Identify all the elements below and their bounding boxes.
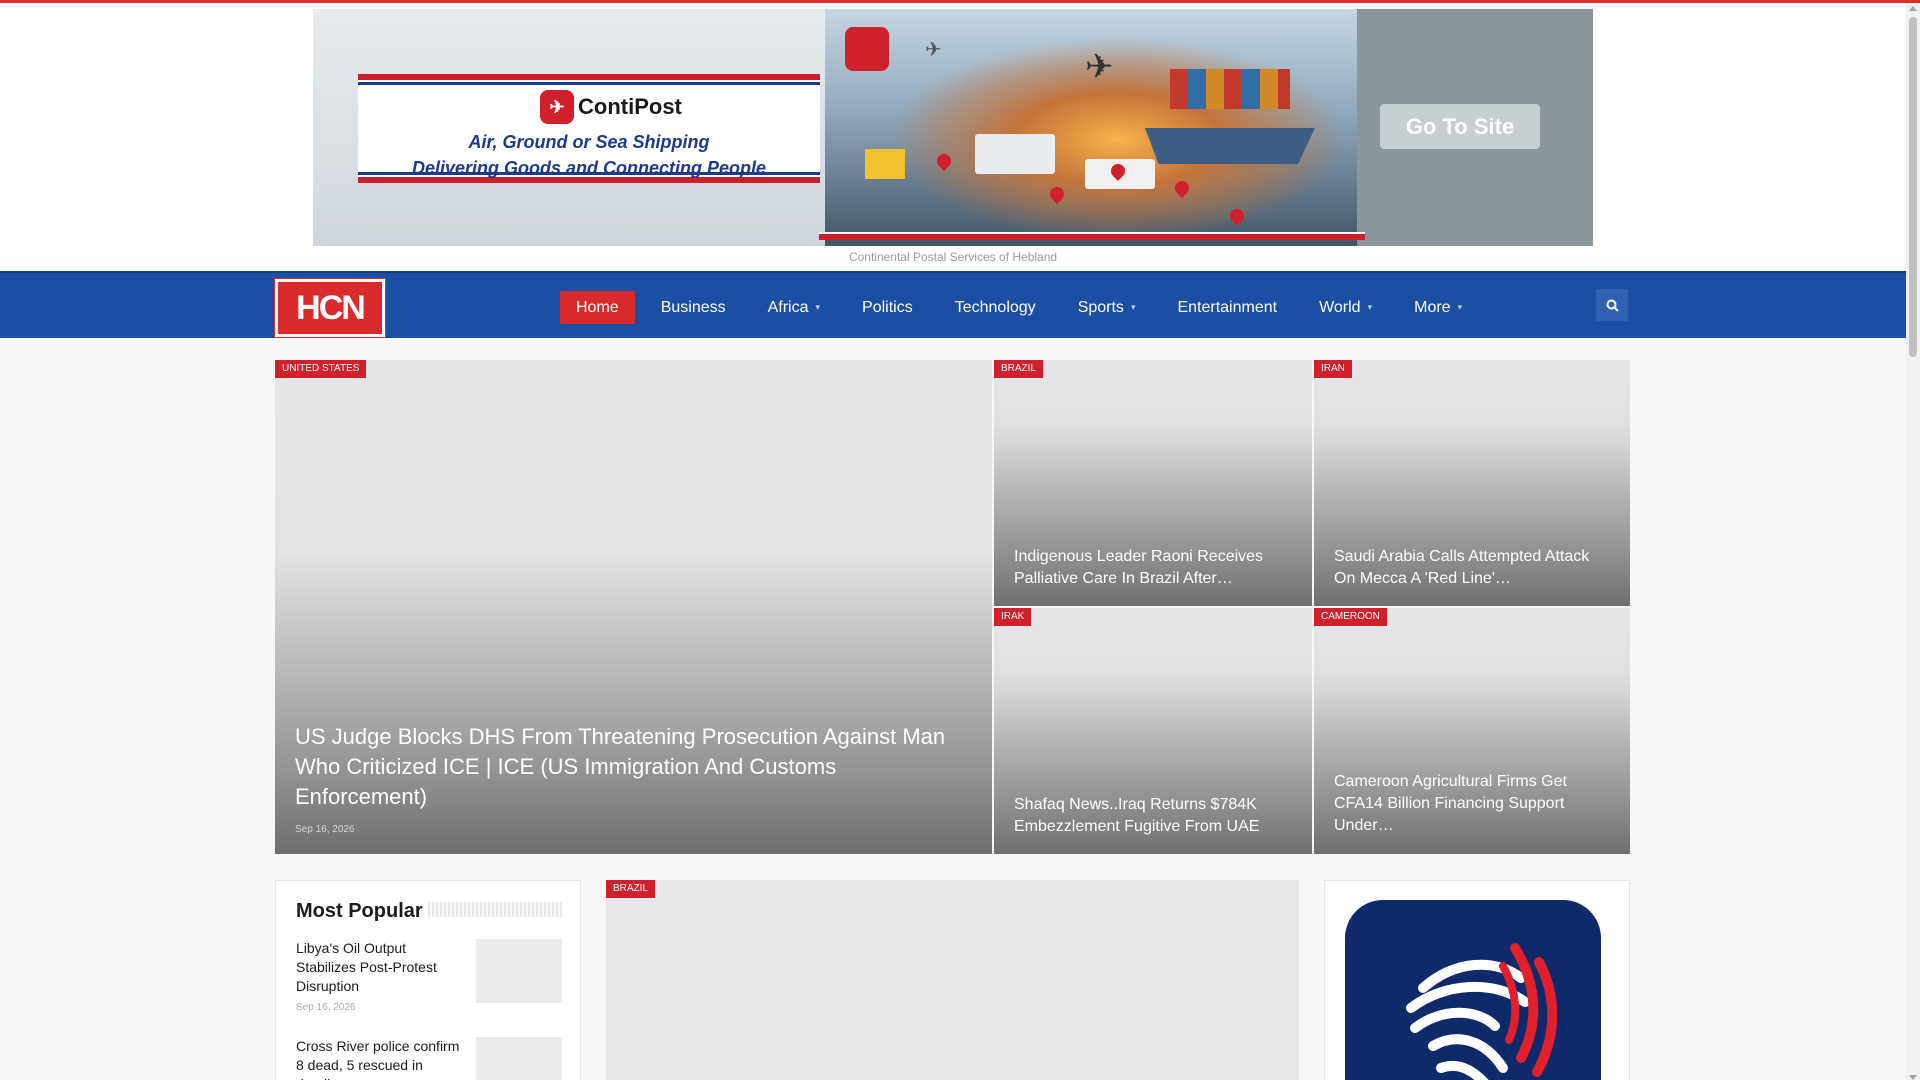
list-item[interactable]: Cross River police confirm 8 dead, 5 res… bbox=[296, 1037, 562, 1080]
contipost-logo: ✈ ContiPost bbox=[540, 90, 682, 124]
search-button[interactable] bbox=[1596, 289, 1628, 321]
heading-divider bbox=[428, 902, 562, 917]
shipping-photo: ✈ ✈ bbox=[819, 9, 1365, 246]
cargo-ship-graphic bbox=[1145, 128, 1315, 164]
nav-africa[interactable]: Africa ▾ bbox=[752, 291, 836, 324]
nav-label: Technology bbox=[954, 298, 1036, 316]
article-title[interactable]: US Judge Blocks DHS From Threatening Pro… bbox=[295, 722, 972, 812]
app-logo-image[interactable] bbox=[1345, 900, 1601, 1080]
sidebar-ad[interactable] bbox=[1324, 880, 1630, 1080]
scroll-down-icon[interactable] bbox=[1909, 1075, 1917, 1080]
scroll-thumb[interactable] bbox=[1909, 17, 1917, 357]
category-tag[interactable]: Cameroon bbox=[1314, 608, 1387, 626]
article-date: Sep 16, 2026 bbox=[295, 824, 355, 835]
nav-home[interactable]: Home bbox=[560, 291, 635, 324]
banner-photo-strip bbox=[819, 232, 1365, 240]
article-title[interactable]: Cameroon Agricultural Firms Get CFA14 Bi… bbox=[1334, 771, 1610, 837]
chevron-down-icon: ▾ bbox=[1130, 302, 1136, 312]
contipost-banner-ad[interactable]: ✈ ContiPost Air, Ground or Sea Shipping … bbox=[313, 9, 1593, 246]
nav-label: Entertainment bbox=[1177, 298, 1278, 316]
go-to-site-button[interactable]: Go To Site bbox=[1380, 104, 1540, 149]
forklift-graphic bbox=[865, 149, 905, 179]
banner-tagline-1: Air, Ground or Sea Shipping bbox=[468, 132, 710, 152]
hero-side-card[interactable]: Iran Saudi Arabia Calls Attempted Attack… bbox=[1314, 360, 1630, 606]
category-tag[interactable]: United States bbox=[275, 360, 367, 378]
nav-label: World bbox=[1319, 298, 1361, 316]
scroll-up-icon[interactable] bbox=[1909, 6, 1917, 11]
nav-world[interactable]: World ▾ bbox=[1303, 291, 1388, 324]
top-ad-area: ✈ ContiPost Air, Ground or Sea Shipping … bbox=[0, 3, 1906, 268]
search-icon bbox=[1606, 299, 1619, 312]
banner-caption: Continental Postal Services of Hebland bbox=[848, 250, 1058, 264]
category-tag[interactable]: Brazil bbox=[606, 880, 656, 898]
popular-date: Sep 16, 2026 bbox=[296, 1002, 356, 1013]
article-title[interactable]: Shafaq News..Iraq Returns $784K Embezzle… bbox=[1014, 794, 1292, 838]
nav-label: Home bbox=[576, 298, 619, 316]
article-title[interactable]: Indigenous Leader Raoni Receives Palliat… bbox=[1014, 546, 1292, 590]
contipost-brand: ContiPost bbox=[578, 94, 682, 119]
most-popular-widget: Most Popular Libya's Oil Output Stabiliz… bbox=[275, 880, 581, 1080]
chevron-down-icon: ▾ bbox=[1457, 302, 1463, 312]
map-pin-icon bbox=[1172, 178, 1192, 198]
nav-label: Politics bbox=[862, 298, 913, 316]
article-title[interactable]: Saudi Arabia Calls Attempted Attack On M… bbox=[1334, 546, 1610, 590]
containers-graphic bbox=[1170, 69, 1290, 109]
popular-title[interactable]: Libya's Oil Output Stabilizes Post-Prote… bbox=[296, 939, 466, 996]
fingerprint-logo-icon bbox=[1406, 943, 1558, 1080]
banner-left-panel: ✈ ContiPost Air, Ground or Sea Shipping … bbox=[313, 9, 825, 246]
feature-article-card[interactable]: Brazil bbox=[606, 880, 1299, 1080]
category-tag[interactable]: Brazil bbox=[994, 360, 1044, 378]
chevron-down-icon: ▾ bbox=[1367, 302, 1373, 312]
banner-brand-card: ✈ ContiPost Air, Ground or Sea Shipping … bbox=[358, 74, 820, 183]
airplane-icon: ✈ bbox=[1085, 48, 1114, 86]
contipost-chip-icon bbox=[845, 27, 889, 71]
hero-main-card[interactable]: United States US Judge Blocks DHS From T… bbox=[275, 360, 992, 854]
map-pin-icon bbox=[1227, 206, 1247, 226]
nav-label: Africa bbox=[767, 298, 809, 316]
contipost-logo-icon: ✈ bbox=[540, 90, 574, 124]
hero-side-card[interactable]: Cameroon Cameroon Agricultural Firms Get… bbox=[1314, 608, 1630, 854]
category-tag[interactable]: Iran bbox=[1314, 360, 1352, 378]
nav-sports[interactable]: Sports ▾ bbox=[1062, 291, 1152, 324]
nav-technology[interactable]: Technology bbox=[939, 291, 1052, 324]
nav-politics[interactable]: Politics bbox=[846, 291, 929, 324]
map-pin-icon bbox=[1047, 184, 1067, 204]
hero-side-card[interactable]: Brazil Indigenous Leader Raoni Receives … bbox=[994, 360, 1312, 606]
nav-entertainment[interactable]: Entertainment bbox=[1161, 291, 1293, 324]
airplane-small-icon: ✈ bbox=[925, 39, 942, 61]
popular-title[interactable]: Cross River police confirm 8 dead, 5 res… bbox=[296, 1037, 466, 1080]
nav-label: More bbox=[1414, 298, 1451, 316]
banner-tagline-2: Delivering Goods and Connecting People bbox=[411, 158, 767, 178]
hero-side-card[interactable]: Irak Shafaq News..Iraq Returns $784K Emb… bbox=[994, 608, 1312, 854]
nav-more[interactable]: More ▾ bbox=[1398, 291, 1478, 324]
thumbnail-image[interactable] bbox=[476, 939, 562, 1003]
chevron-down-icon: ▾ bbox=[815, 302, 821, 312]
list-item[interactable]: Libya's Oil Output Stabilizes Post-Prote… bbox=[296, 939, 562, 1013]
site-logo[interactable]: HCN bbox=[274, 278, 386, 338]
widget-heading: Most Popular bbox=[296, 900, 423, 922]
main-navbar: HCN Home Business Africa ▾ Politics Techn… bbox=[0, 271, 1906, 338]
nav-business[interactable]: Business bbox=[645, 291, 742, 324]
nav-menu: Home Business Africa ▾ Politics Technolog… bbox=[560, 291, 1488, 324]
map-pin-icon bbox=[934, 151, 954, 171]
truck-graphic bbox=[975, 134, 1055, 174]
nav-label: Sports bbox=[1077, 298, 1124, 316]
nav-label: Business bbox=[660, 298, 726, 316]
category-tag[interactable]: Irak bbox=[994, 608, 1032, 626]
page-scrollbar[interactable] bbox=[1906, 3, 1920, 1080]
thumbnail-image[interactable] bbox=[476, 1037, 562, 1080]
